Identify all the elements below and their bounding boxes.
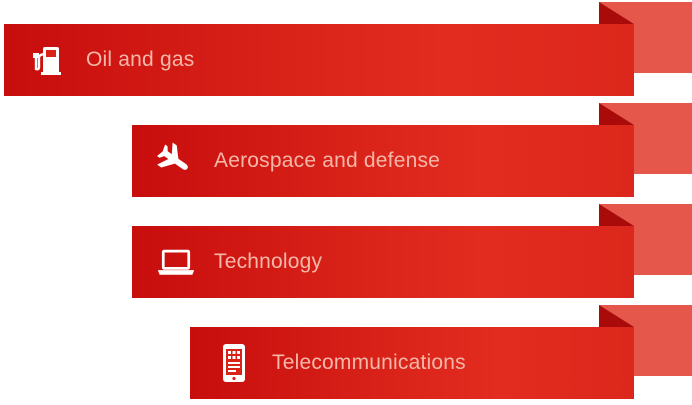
ribbon-label: Technology	[214, 250, 323, 273]
ribbon-fold-shadow	[599, 103, 634, 125]
ribbon-fold-shadow	[599, 204, 634, 226]
ribbon-aerospace-and-defense[interactable]: Aerospace and defense	[132, 103, 692, 204]
ribbon-label: Oil and gas	[86, 48, 195, 71]
fuel-pump-icon	[28, 40, 68, 80]
ribbon-band: Technology	[132, 226, 634, 298]
ribbon-technology[interactable]: Technology	[132, 204, 692, 305]
laptop-icon	[156, 242, 196, 282]
ribbon-band: Oil and gas	[4, 24, 634, 96]
ribbon-telecommunications[interactable]: Telecommunications	[190, 305, 692, 405]
ribbon-fold-shadow	[599, 2, 634, 24]
ribbon-fold-shadow	[599, 305, 634, 327]
ribbon-label: Telecommunications	[272, 351, 466, 374]
industry-list: Oil and gas Aerospace and defense Techno…	[0, 0, 692, 405]
airplane-icon	[156, 141, 196, 181]
ribbon-band: Aerospace and defense	[132, 125, 634, 197]
ribbon-oil-and-gas[interactable]: Oil and gas	[4, 2, 692, 103]
smartphone-icon	[214, 343, 254, 383]
ribbon-band: Telecommunications	[190, 327, 634, 399]
ribbon-label: Aerospace and defense	[214, 149, 441, 172]
